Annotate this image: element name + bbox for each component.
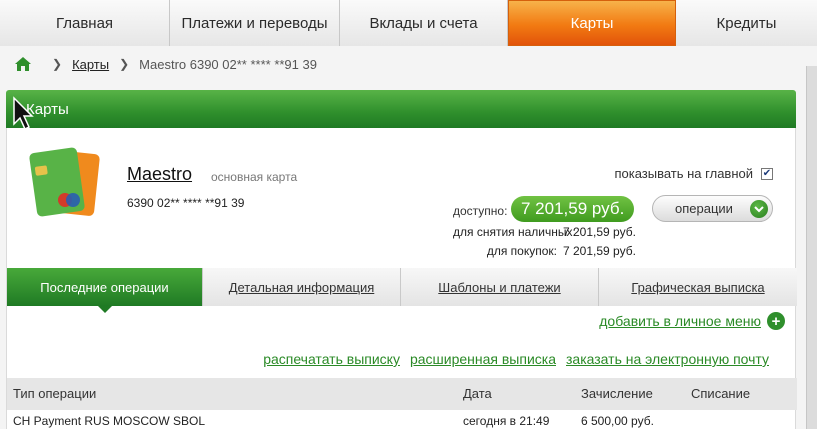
show-on-main-checkbox[interactable]: ✔ <box>761 167 773 180</box>
tab-templates-payments[interactable]: Шаблоны и платежи <box>401 268 599 306</box>
mouse-cursor-icon <box>13 96 34 131</box>
page: Главная Платежи и переводы Вклады и счет… <box>0 0 817 429</box>
right-scrollbar[interactable] <box>806 66 817 429</box>
cash-value: 7 201,59 руб. <box>563 225 636 239</box>
operations-button[interactable]: операции <box>652 195 773 222</box>
chevron-right-icon: ❯ <box>119 57 130 71</box>
operation-date: сегодня в 21:49 <box>463 414 550 428</box>
tab-recent-operations[interactable]: Последние операции <box>7 268 203 313</box>
card-name-link[interactable]: Maestro <box>127 164 192 185</box>
card-tabs: Последние операции Детальная информация … <box>7 268 797 313</box>
card-type-label: основная карта <box>211 170 298 184</box>
chevron-down-icon <box>750 200 768 218</box>
available-label: доступно: <box>453 204 508 218</box>
column-header-debit: Списание <box>691 386 751 401</box>
nav-tab-credits[interactable]: Кредиты <box>676 0 817 46</box>
print-statement-link[interactable]: распечатать выписку <box>263 351 400 367</box>
operation-credit: 6 500,00 руб. <box>581 414 654 428</box>
column-header-date: Дата <box>463 386 492 401</box>
section-header: Карты <box>6 90 796 128</box>
card-details-panel: Maestro основная карта 6390 02** **** **… <box>6 128 797 429</box>
operations-label: операции <box>675 201 733 216</box>
operation-type: CH Payment RUS MOSCOW SBOL <box>13 414 206 428</box>
nav-tab-deposits[interactable]: Вклады и счета <box>340 0 508 46</box>
show-on-main-toggle: показывать на главной ✔ <box>614 166 773 181</box>
extended-statement-link[interactable]: расширенная выписка <box>410 351 556 367</box>
breadcrumb-current: Maestro 6390 02** **** **91 39 <box>139 56 317 72</box>
nav-tab-main[interactable]: Главная <box>0 0 170 46</box>
breadcrumb: ❯ Карты ❯ Maestro 6390 02** **** **91 39 <box>14 54 317 74</box>
card-icon <box>29 147 100 217</box>
breadcrumb-cards-link[interactable]: Карты <box>72 57 109 72</box>
cash-label: для снятия наличных: <box>453 225 576 239</box>
table-header: Тип операции Дата Зачисление Списание <box>7 378 797 410</box>
purchases-label: для покупок: <box>486 244 557 258</box>
add-to-menu-link[interactable]: добавить в личное меню + <box>599 312 785 330</box>
nav-tab-payments[interactable]: Платежи и переводы <box>170 0 340 46</box>
home-icon[interactable] <box>14 56 32 72</box>
card-number: 6390 02** **** **91 39 <box>127 196 245 210</box>
column-header-credit: Зачисление <box>581 386 653 401</box>
table-row[interactable]: CH Payment RUS MOSCOW SBOL сегодня в 21:… <box>7 410 797 429</box>
plus-icon: + <box>767 312 785 330</box>
top-navigation: Главная Платежи и переводы Вклады и счет… <box>0 0 817 46</box>
nav-tab-cards[interactable]: Карты <box>508 0 676 46</box>
tab-graphic-statement[interactable]: Графическая выписка <box>599 268 797 306</box>
purchases-value: 7 201,59 руб. <box>563 244 636 258</box>
available-balance: 7 201,59 руб. <box>511 196 635 222</box>
show-on-main-label: показывать на главной <box>614 166 753 181</box>
statement-actions: распечатать выписку расширенная выписка … <box>253 351 769 367</box>
email-statement-link[interactable]: заказать на электронную почту <box>566 351 769 367</box>
chevron-right-icon: ❯ <box>52 57 63 71</box>
tab-detailed-info[interactable]: Детальная информация <box>203 268 401 306</box>
column-header-type: Тип операции <box>13 386 97 401</box>
add-to-menu-label: добавить в личное меню <box>599 313 761 329</box>
